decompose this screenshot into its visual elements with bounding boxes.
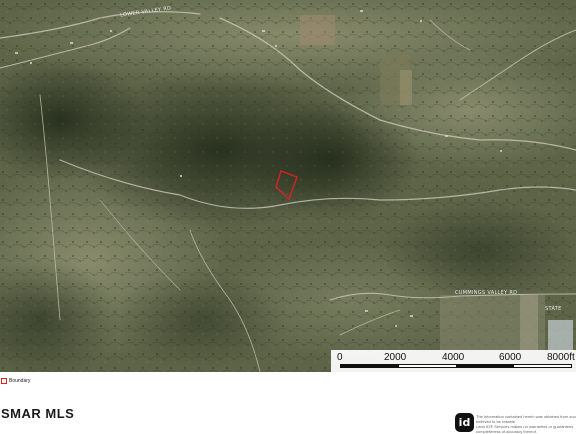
scale-tick-4000: 4000	[442, 352, 465, 363]
scale-bar: 0 2000 4000 6000 8000ft	[331, 350, 576, 372]
mls-logo: SMAR MLS	[1, 406, 75, 421]
scale-segment	[398, 365, 456, 367]
scale-track	[340, 364, 572, 368]
scale-tick-0: 0	[337, 352, 343, 363]
scale-tick-8000ft: 8000ft	[547, 352, 575, 363]
road-label-cummings-valley: CUMMINGS VALLEY RD	[455, 290, 518, 296]
map-view[interactable]: LOWER VALLEY RD CUMMINGS VALLEY RD STATE…	[0, 0, 576, 372]
scale-tick-6000: 6000	[499, 352, 522, 363]
scale-segment	[341, 365, 399, 367]
disclaimer-text: The information contained herein was obt…	[476, 414, 576, 434]
land-id-logo-icon: id	[455, 413, 474, 432]
scale-segment	[513, 365, 571, 367]
legend-label: Boundary	[9, 378, 31, 384]
satellite-imagery	[0, 0, 576, 372]
map-legend: Boundary	[0, 374, 30, 388]
scale-segment	[456, 365, 514, 367]
boundary-swatch-icon	[1, 378, 7, 384]
road-label-state: STATE	[545, 306, 562, 312]
scale-tick-2000: 2000	[384, 352, 407, 363]
